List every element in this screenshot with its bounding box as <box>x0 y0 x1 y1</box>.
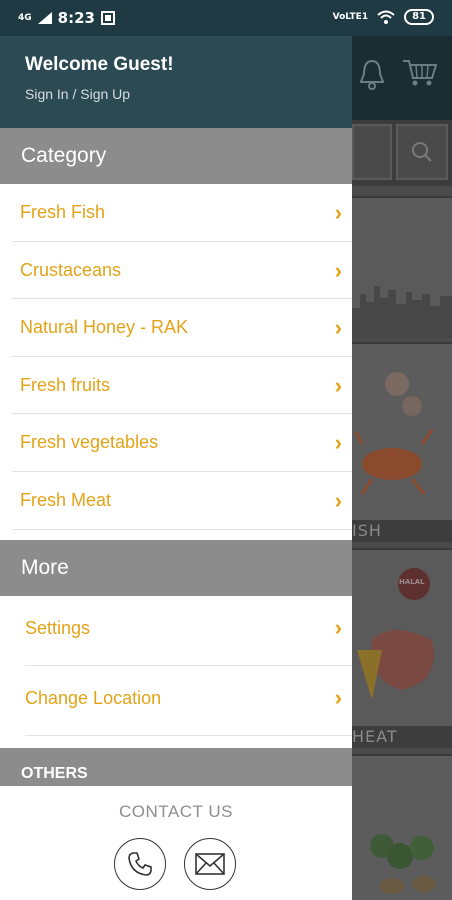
drawer-header: Welcome Guest! Sign In / Sign Up <box>0 36 352 128</box>
battery-icon: 81 <box>404 9 434 25</box>
category-label: Natural Honey - RAK <box>20 317 189 338</box>
navigation-drawer: Welcome Guest! Sign In / Sign Up Categor… <box>0 36 352 900</box>
status-time: 8:23 <box>57 9 95 27</box>
background-search-button <box>396 124 448 180</box>
change-location-item[interactable]: Change Location › <box>0 666 352 736</box>
category-label: Crustaceans <box>20 259 122 280</box>
volte-label: VoLTE1 <box>332 12 369 22</box>
background-tile-fish: ISH <box>352 342 452 542</box>
more-heading: More <box>0 539 352 596</box>
contact-icons <box>114 838 236 890</box>
chevron-right-icon: › <box>334 372 342 398</box>
background-search <box>352 120 452 186</box>
tile-label-fish: ISH <box>352 520 452 542</box>
settings-item[interactable]: Settings › <box>0 596 352 666</box>
category-item-fresh-fish[interactable]: Fresh Fish › <box>0 184 352 242</box>
category-label: Fresh vegetables <box>20 432 159 453</box>
status-left: 4G 8:23 <box>18 9 115 27</box>
signal-icon <box>37 12 52 24</box>
email-button[interactable] <box>184 838 236 890</box>
status-right: VoLTE1 81 <box>333 9 434 25</box>
chevron-right-icon: › <box>334 430 342 456</box>
category-label: Fresh fruits <box>20 374 111 395</box>
status-bar: 4G 8:23 VoLTE1 81 <box>0 0 452 36</box>
section-spacer <box>0 529 352 540</box>
phone-icon <box>128 852 152 876</box>
background-search-box <box>352 124 392 180</box>
chevron-right-icon: › <box>334 614 342 640</box>
notification-icon <box>100 11 115 25</box>
chevron-right-icon: › <box>334 200 342 225</box>
chevron-right-icon: › <box>334 684 342 710</box>
category-item-fresh-vegetables[interactable]: Fresh vegetables › <box>0 414 352 472</box>
skyline-image <box>352 286 452 338</box>
category-label: Fresh Fish <box>20 202 106 222</box>
category-heading: Category <box>0 128 352 184</box>
tile-label-meat: HEAT <box>352 726 452 748</box>
category-item-crustaceans[interactable]: Crustaceans › <box>0 242 352 300</box>
contact-section: CONTACT US <box>0 786 352 900</box>
bell-icon <box>359 59 385 90</box>
chevron-right-icon: › <box>334 315 342 341</box>
network-type: 4G <box>18 12 32 23</box>
background-app: ISH HALAL HEAT <box>352 36 452 900</box>
background-header <box>352 36 452 120</box>
background-banner <box>352 196 452 338</box>
category-item-fresh-fruits[interactable]: Fresh fruits › <box>0 357 352 415</box>
contact-title: CONTACT US <box>119 802 233 821</box>
section-spacer <box>0 735 352 748</box>
search-icon <box>412 142 432 162</box>
wifi-icon <box>377 10 395 24</box>
category-label: Fresh Meat <box>20 489 112 510</box>
vegetables-image <box>370 834 436 894</box>
mail-icon <box>195 853 225 875</box>
halal-label: HALAL <box>399 578 425 586</box>
seafood-image <box>354 372 434 495</box>
background-tile-meat: HALAL HEAT <box>352 548 452 748</box>
welcome-text: Welcome Guest! <box>25 54 174 75</box>
meat-image <box>357 568 434 700</box>
signin-link[interactable]: Sign In / Sign Up <box>25 86 352 102</box>
change-location-label: Change Location <box>25 687 162 708</box>
others-heading: OTHERS <box>0 747 352 786</box>
category-item-fresh-meat[interactable]: Fresh Meat › <box>0 472 352 530</box>
more-list: Settings › Change Location › <box>0 596 352 736</box>
cart-icon <box>403 60 438 86</box>
background-tile-vegetables <box>352 754 452 900</box>
settings-label: Settings <box>25 617 91 638</box>
call-button[interactable] <box>114 838 166 890</box>
chevron-right-icon: › <box>334 487 342 513</box>
category-item-natural-honey[interactable]: Natural Honey - RAK › <box>0 299 352 357</box>
category-list: Fresh Fish › Crustaceans › Natural Honey… <box>0 184 352 530</box>
chevron-right-icon: › <box>334 257 342 283</box>
